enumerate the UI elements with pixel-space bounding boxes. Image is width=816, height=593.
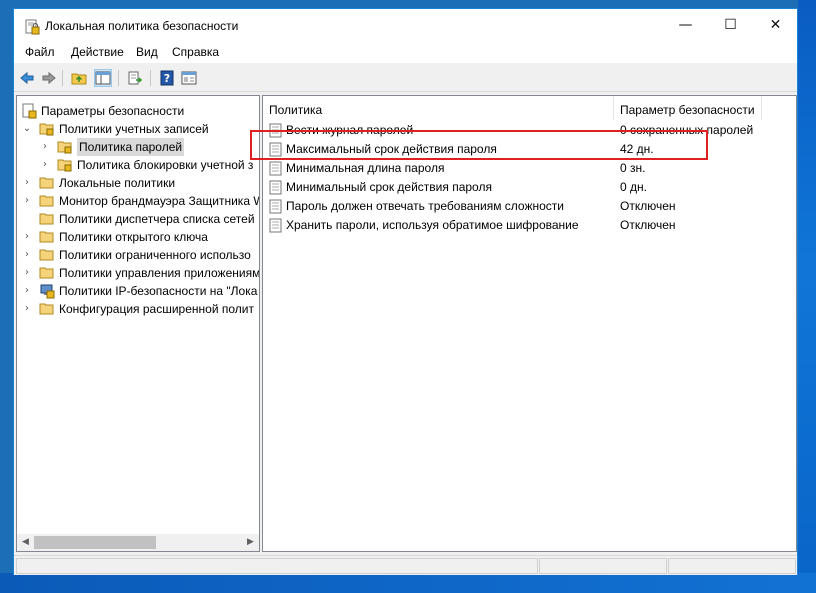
policy-icon <box>269 218 282 233</box>
folder-lock-icon <box>57 159 72 172</box>
ipsec-icon <box>40 284 55 299</box>
column-header-setting[interactable]: Параметр безопасности <box>614 96 762 120</box>
status-cell <box>16 558 538 574</box>
policy-value: Отключен <box>620 218 676 232</box>
scrollbar-thumb[interactable] <box>34 536 156 549</box>
window-title: Локальная политика безопасности <box>45 19 239 33</box>
expand-chevron-icon[interactable]: › <box>21 282 33 300</box>
status-cell <box>539 558 667 574</box>
expand-chevron-icon[interactable]: › <box>21 228 33 246</box>
security-policy-app-icon <box>25 19 40 35</box>
policy-icon <box>269 199 282 214</box>
highlight-annotation <box>250 130 708 160</box>
scroll-right-icon[interactable]: ▶ <box>242 534 259 551</box>
policy-name: Минимальная длина пароля <box>286 161 445 175</box>
tree-item-label: Локальные политики <box>59 176 176 190</box>
menu-bar: Файл Действие Вид Справка <box>14 41 797 63</box>
folder-icon <box>39 177 54 189</box>
svg-text:?: ? <box>164 72 170 85</box>
tree-item-label: Конфигурация расширенной полит <box>59 302 254 316</box>
policy-value: 0 зн. <box>620 161 646 175</box>
expand-chevron-icon[interactable]: › <box>21 264 33 282</box>
policy-icon <box>269 161 282 176</box>
expand-chevron-icon[interactable]: › <box>21 300 33 318</box>
minimize-button[interactable]: — <box>663 9 708 41</box>
menu-action[interactable]: Действие <box>71 45 124 59</box>
show-hide-tree-icon[interactable] <box>94 69 112 87</box>
tree-item-label: Политика паролей <box>77 138 185 156</box>
tree-item-label: Политика блокировки учетной з <box>77 158 254 172</box>
tree-item-label: Политики учетных записей <box>59 122 209 136</box>
close-button[interactable]: ✕ <box>753 9 798 41</box>
tree-item-label: Политики диспетчера списка сетей <box>59 212 255 226</box>
folder-icon <box>39 213 54 225</box>
tree-item-label: Политики управления приложениям <box>59 266 260 280</box>
security-settings-icon <box>22 103 37 119</box>
tree-item-label: Политики открытого ключа <box>59 230 208 244</box>
policy-name: Пароль должен отвечать требованиям сложн… <box>286 199 564 213</box>
column-header-policy[interactable]: Политика <box>263 96 614 120</box>
policy-name: Минимальный срок действия пароля <box>286 180 492 194</box>
menu-view[interactable]: Вид <box>136 45 158 59</box>
maximize-button[interactable]: ☐ <box>708 9 753 41</box>
status-cell <box>668 558 796 574</box>
mmc-window: Локальная политика безопасности — ☐ ✕ Фа… <box>13 8 798 575</box>
expand-chevron-icon[interactable]: › <box>39 156 51 174</box>
tree-horizontal-scrollbar[interactable]: ◀ ▶ <box>17 534 259 551</box>
menu-help[interactable]: Справка <box>172 45 219 59</box>
help-icon[interactable]: ? <box>158 69 176 87</box>
tree-item-label: Монитор брандмауэра Защитника W <box>59 194 260 208</box>
list-item[interactable]: Минимальный срок действия пароля 0 дн. <box>267 178 787 197</box>
policy-value: 0 дн. <box>620 180 647 194</box>
policy-icon <box>269 180 282 195</box>
details-pane[interactable]: ^ Политика Параметр безопасности Вести ж… <box>262 95 797 552</box>
tree-root-label: Параметры безопасности <box>41 104 185 118</box>
list-item[interactable]: Хранить пароли, используя обратимое шифр… <box>267 216 787 235</box>
toolbar-separator <box>150 70 151 86</box>
desktop-background-bottom <box>0 573 816 593</box>
back-icon[interactable] <box>18 69 36 87</box>
toolbar-separator <box>118 70 119 86</box>
desktop-background <box>798 0 816 593</box>
forward-icon[interactable] <box>40 69 58 87</box>
folder-open-icon <box>39 123 54 136</box>
policy-value: Отключен <box>620 199 676 213</box>
expand-chevron-icon[interactable]: › <box>21 246 33 264</box>
policy-name: Хранить пароли, используя обратимое шифр… <box>286 218 579 232</box>
list-item[interactable]: Пароль должен отвечать требованиям сложн… <box>267 197 787 216</box>
scroll-left-icon[interactable]: ◀ <box>17 534 34 551</box>
folder-icon <box>39 303 54 315</box>
folder-icon <box>39 249 54 261</box>
collapse-chevron-icon[interactable]: ⌄ <box>21 120 33 138</box>
tree-item-label: Политики ограниченного использо <box>59 248 251 262</box>
list-item[interactable]: Минимальная длина пароля 0 зн. <box>267 159 787 178</box>
status-bar <box>14 555 797 575</box>
tree-item-label: Политики IP-безопасности на "Лока <box>59 284 258 298</box>
expand-chevron-icon[interactable]: › <box>21 174 33 192</box>
expand-chevron-icon[interactable]: › <box>21 192 33 210</box>
folder-icon <box>39 231 54 243</box>
export-list-icon[interactable] <box>126 69 144 87</box>
tree-pane[interactable]: Параметры безопасности ⌄ Политики учетны… <box>16 95 260 552</box>
toolbar: ? <box>14 65 797 92</box>
folder-icon <box>39 267 54 279</box>
folder-icon <box>39 195 54 207</box>
folder-lock-icon <box>57 141 72 154</box>
title-bar[interactable]: Локальная политика безопасности — ☐ ✕ <box>14 9 797 41</box>
expand-chevron-icon[interactable]: › <box>39 138 51 156</box>
toolbar-separator <box>62 70 63 86</box>
properties-icon[interactable] <box>180 69 198 87</box>
up-folder-icon[interactable] <box>70 69 88 87</box>
menu-file[interactable]: Файл <box>25 45 55 59</box>
